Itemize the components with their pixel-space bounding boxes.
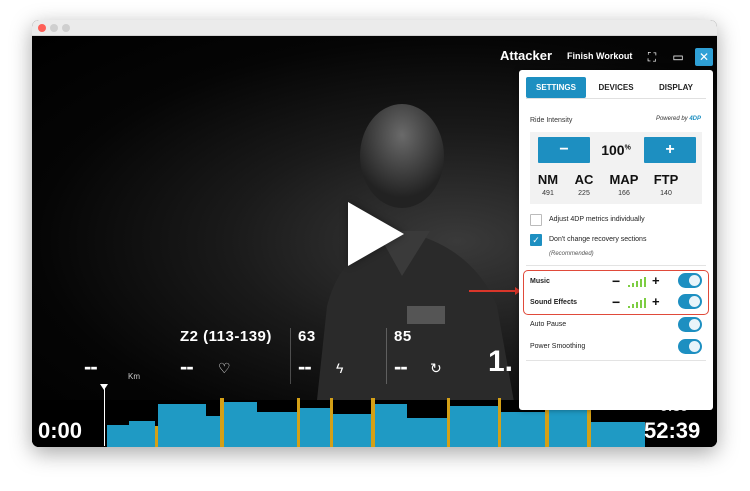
sfx-volume-icon	[628, 298, 648, 308]
ride-intensity-box: − 100% + NM 491 AC 225 MAP 166 FTP 140	[530, 132, 702, 204]
workout-name: Attacker	[500, 48, 553, 63]
recovery-label: Don't change recovery sections	[549, 236, 647, 243]
recommended-note: (Recommended)	[549, 251, 594, 257]
metric-map: MAP 166	[604, 172, 644, 197]
divider	[526, 265, 706, 266]
cadence-target: 85	[394, 328, 412, 345]
intensity-number: 100	[601, 142, 625, 158]
elapsed-time: 0:00	[38, 418, 83, 443]
music-toggle[interactable]	[678, 273, 702, 288]
distance-value: --	[84, 354, 98, 379]
close-window-button[interactable]	[38, 24, 46, 32]
distance-unit: Km	[128, 372, 140, 381]
speed-value: 1.	[488, 345, 514, 378]
decrease-intensity-button[interactable]: −	[538, 137, 590, 163]
increase-intensity-button[interactable]: +	[644, 137, 696, 163]
heart-rate-value: --	[180, 354, 194, 379]
tab-settings[interactable]: SETTINGS	[526, 77, 586, 98]
metric-name: NM	[537, 172, 559, 187]
metric-divider	[290, 328, 291, 384]
sound-effects-label: Sound Effects	[530, 299, 578, 306]
metric-name: MAP	[609, 172, 639, 187]
fullscreen-icon[interactable]: ⛶	[643, 48, 661, 66]
divider	[526, 360, 706, 361]
maximize-window-button[interactable]	[62, 24, 70, 32]
intensity-value: 100%	[592, 142, 640, 158]
heart-icon: ♡	[218, 360, 231, 376]
minimize-window-button[interactable]	[50, 24, 58, 32]
power-value: --	[298, 354, 312, 379]
tab-devices[interactable]: DEVICES	[586, 77, 646, 98]
metric-value: 166	[618, 190, 630, 197]
title-bar	[32, 20, 717, 36]
play-icon[interactable]	[348, 202, 404, 266]
refresh-icon: ↻	[430, 360, 442, 376]
monitor-icon[interactable]: ▭	[669, 48, 687, 66]
sfx-volume-down-button[interactable]: −	[612, 295, 620, 309]
metric-name: FTP	[653, 172, 679, 187]
recovery-checkbox[interactable]: ✓	[530, 234, 542, 246]
metric-value: 225	[578, 190, 590, 197]
auto-pause-toggle[interactable]	[678, 317, 702, 332]
music-volume-icon	[628, 277, 648, 287]
panel-tabs: SETTINGS DEVICES DISPLAY	[526, 77, 706, 99]
music-volume-up-button[interactable]: +	[652, 274, 660, 287]
adjust-metrics-checkbox[interactable]	[530, 214, 542, 226]
ride-intensity-label: Ride Intensity	[530, 117, 573, 124]
power-smoothing-label: Power Smoothing	[530, 343, 586, 350]
metric-value: 140	[660, 190, 672, 197]
powered-by-label: Powered by 4DP	[656, 116, 701, 122]
close-icon[interactable]: ✕	[695, 48, 713, 66]
sfx-volume-up-button[interactable]: +	[652, 295, 660, 308]
metric-name: AC	[574, 172, 594, 187]
power-smoothing-toggle[interactable]	[678, 339, 702, 354]
settings-panel: SETTINGS DEVICES DISPLAY Ride Intensity …	[519, 70, 713, 410]
finish-workout-button[interactable]: Finish Workout	[567, 51, 632, 61]
metric-ftp: FTP 140	[646, 172, 686, 197]
remaining-time: 52:39	[644, 418, 701, 443]
zone-label: Z2 (113-139)	[180, 328, 272, 345]
music-label: Music	[530, 278, 550, 285]
cadence-value: --	[394, 354, 408, 379]
metric-ac: AC 225	[564, 172, 604, 197]
adjust-metrics-label: Adjust 4DP metrics individually	[549, 216, 645, 223]
power-target: 63	[298, 328, 316, 345]
annotation-arrow	[469, 287, 521, 295]
metric-divider	[386, 328, 387, 384]
metric-nm: NM 491	[528, 172, 568, 197]
intensity-unit: %	[624, 144, 631, 152]
tab-display[interactable]: DISPLAY	[646, 77, 706, 98]
sound-effects-toggle[interactable]	[678, 294, 702, 309]
metric-value: 491	[542, 190, 554, 197]
playhead-marker[interactable]	[104, 388, 105, 446]
4dp-logo: 4DP	[689, 116, 701, 122]
lightning-icon: ϟ	[336, 360, 344, 376]
powered-by-text: Powered by	[655, 116, 688, 122]
music-volume-down-button[interactable]: −	[612, 274, 620, 288]
auto-pause-label: Auto Pause	[530, 321, 567, 328]
